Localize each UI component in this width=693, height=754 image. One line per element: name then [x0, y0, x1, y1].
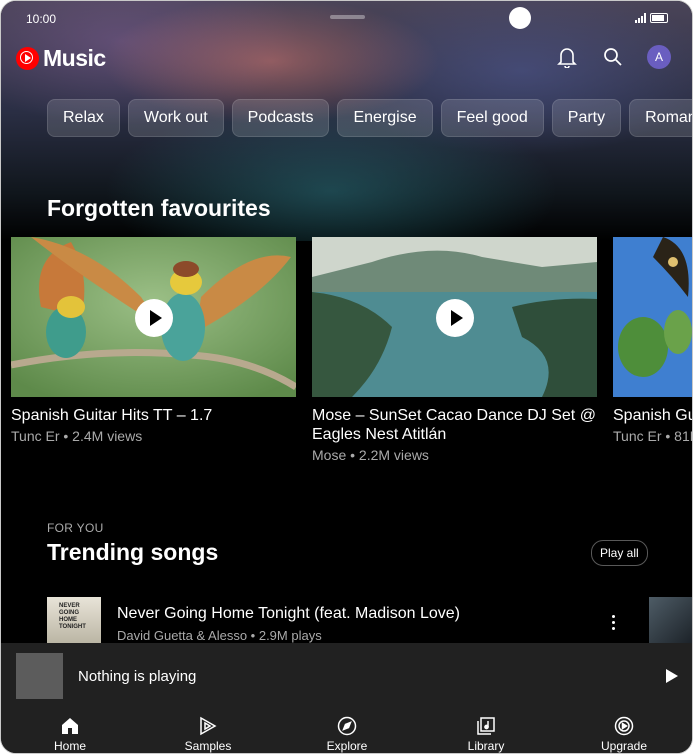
card-subtitle: Tunc Er • 81K views: [613, 428, 692, 444]
section-kicker: FOR YOU: [47, 521, 104, 535]
nav-item-library[interactable]: Library: [446, 715, 526, 753]
media-card[interactable]: Spanish Guitar Hits TT – 1.7 Tunc Er • 2…: [11, 237, 296, 444]
chip-energise[interactable]: Energise: [337, 99, 433, 137]
nav-label: Home: [53, 739, 86, 753]
explore-icon: [307, 715, 387, 737]
card-subtitle: Mose • 2.2M views: [312, 447, 429, 463]
nav-item-explore[interactable]: Explore: [307, 715, 387, 753]
chip-podcasts[interactable]: Podcasts: [231, 99, 330, 137]
list-item[interactable]: NEVER GOING HOME TONIGHT Never Going Hom…: [47, 597, 692, 647]
media-card[interactable]: Mose – SunSet Cacao Dance DJ Set @ Eagle…: [312, 237, 597, 463]
app-logo[interactable]: Music: [16, 45, 106, 72]
samples-icon: [168, 715, 248, 737]
card-thumbnail[interactable]: [312, 237, 597, 397]
card-thumbnail[interactable]: [11, 237, 296, 397]
status-time: 10:00: [26, 12, 57, 26]
notifications-bell-icon[interactable]: [555, 45, 579, 69]
chip-relax[interactable]: Relax: [47, 99, 120, 137]
section-title-forgotten: Forgotten favourites: [47, 195, 271, 221]
youtube-music-logo-icon: [16, 47, 39, 70]
song-title[interactable]: Never Going Home Tonight (feat. Madison …: [117, 605, 460, 623]
chip-feel-good[interactable]: Feel good: [440, 99, 544, 137]
status-bar: 10:00: [1, 1, 692, 35]
play-all-button[interactable]: Play all: [591, 540, 648, 566]
nav-label: Upgrade: [600, 739, 648, 753]
library-icon: [446, 715, 526, 737]
song-artwork-text: NEVER GOING HOME TONIGHT: [59, 603, 86, 630]
chip-work-out[interactable]: Work out: [127, 99, 224, 137]
nav-item-samples[interactable]: Samples: [168, 715, 248, 753]
card-thumbnail[interactable]: [613, 237, 692, 397]
play-icon[interactable]: [135, 299, 173, 337]
home-icon: [30, 715, 110, 737]
notch-indicator: [330, 15, 365, 19]
card-title[interactable]: Mose – SunSet Cacao Dance DJ Set @ Eagle…: [312, 406, 597, 444]
bottom-navigation: Home Samples Explore Library Upgrade: [1, 709, 692, 753]
camera-cutout: [509, 7, 531, 29]
more-options-icon[interactable]: [612, 615, 616, 633]
search-icon[interactable]: [601, 45, 625, 69]
card-title[interactable]: Spanish Guitar Hits TT – 1.7: [613, 406, 692, 425]
section-title-trending: Trending songs: [47, 539, 219, 565]
mood-chips: Relax Work out Podcasts Energise Feel go…: [47, 99, 692, 137]
upgrade-icon: [584, 715, 664, 737]
battery-icon: [650, 13, 668, 23]
nav-label: Library: [467, 739, 505, 753]
song-artwork-next[interactable]: [649, 597, 692, 645]
media-card[interactable]: Spanish Guitar Hits TT – 1.7 Tunc Er • 8…: [613, 237, 692, 444]
forgotten-carousel: Spanish Guitar Hits TT – 1.7 Tunc Er • 2…: [11, 237, 692, 477]
nav-item-upgrade[interactable]: Upgrade: [584, 715, 664, 753]
mini-player-artwork: [16, 653, 63, 699]
play-icon[interactable]: [666, 669, 678, 683]
mini-player[interactable]: Nothing is playing: [1, 643, 692, 709]
card-title[interactable]: Spanish Guitar Hits TT – 1.7: [11, 406, 296, 425]
song-subtitle: David Guetta & Alesso • 2.9M plays: [117, 628, 322, 643]
mini-player-label: Nothing is playing: [78, 668, 197, 685]
device-frame: 10:00 Music A Relax Work out Podcasts En…: [0, 0, 693, 754]
song-artwork: NEVER GOING HOME TONIGHT: [47, 597, 101, 645]
chip-romance[interactable]: Romance: [629, 99, 692, 137]
signal-icon: [635, 13, 646, 23]
app-name: Music: [43, 45, 106, 71]
account-avatar[interactable]: A: [647, 45, 671, 69]
nav-label: Explore: [326, 739, 368, 753]
nav-item-home[interactable]: Home: [30, 715, 110, 753]
chip-party[interactable]: Party: [551, 99, 622, 137]
nav-label: Samples: [184, 739, 232, 753]
card-subtitle: Tunc Er • 2.4M views: [11, 428, 143, 444]
play-icon[interactable]: [436, 299, 474, 337]
